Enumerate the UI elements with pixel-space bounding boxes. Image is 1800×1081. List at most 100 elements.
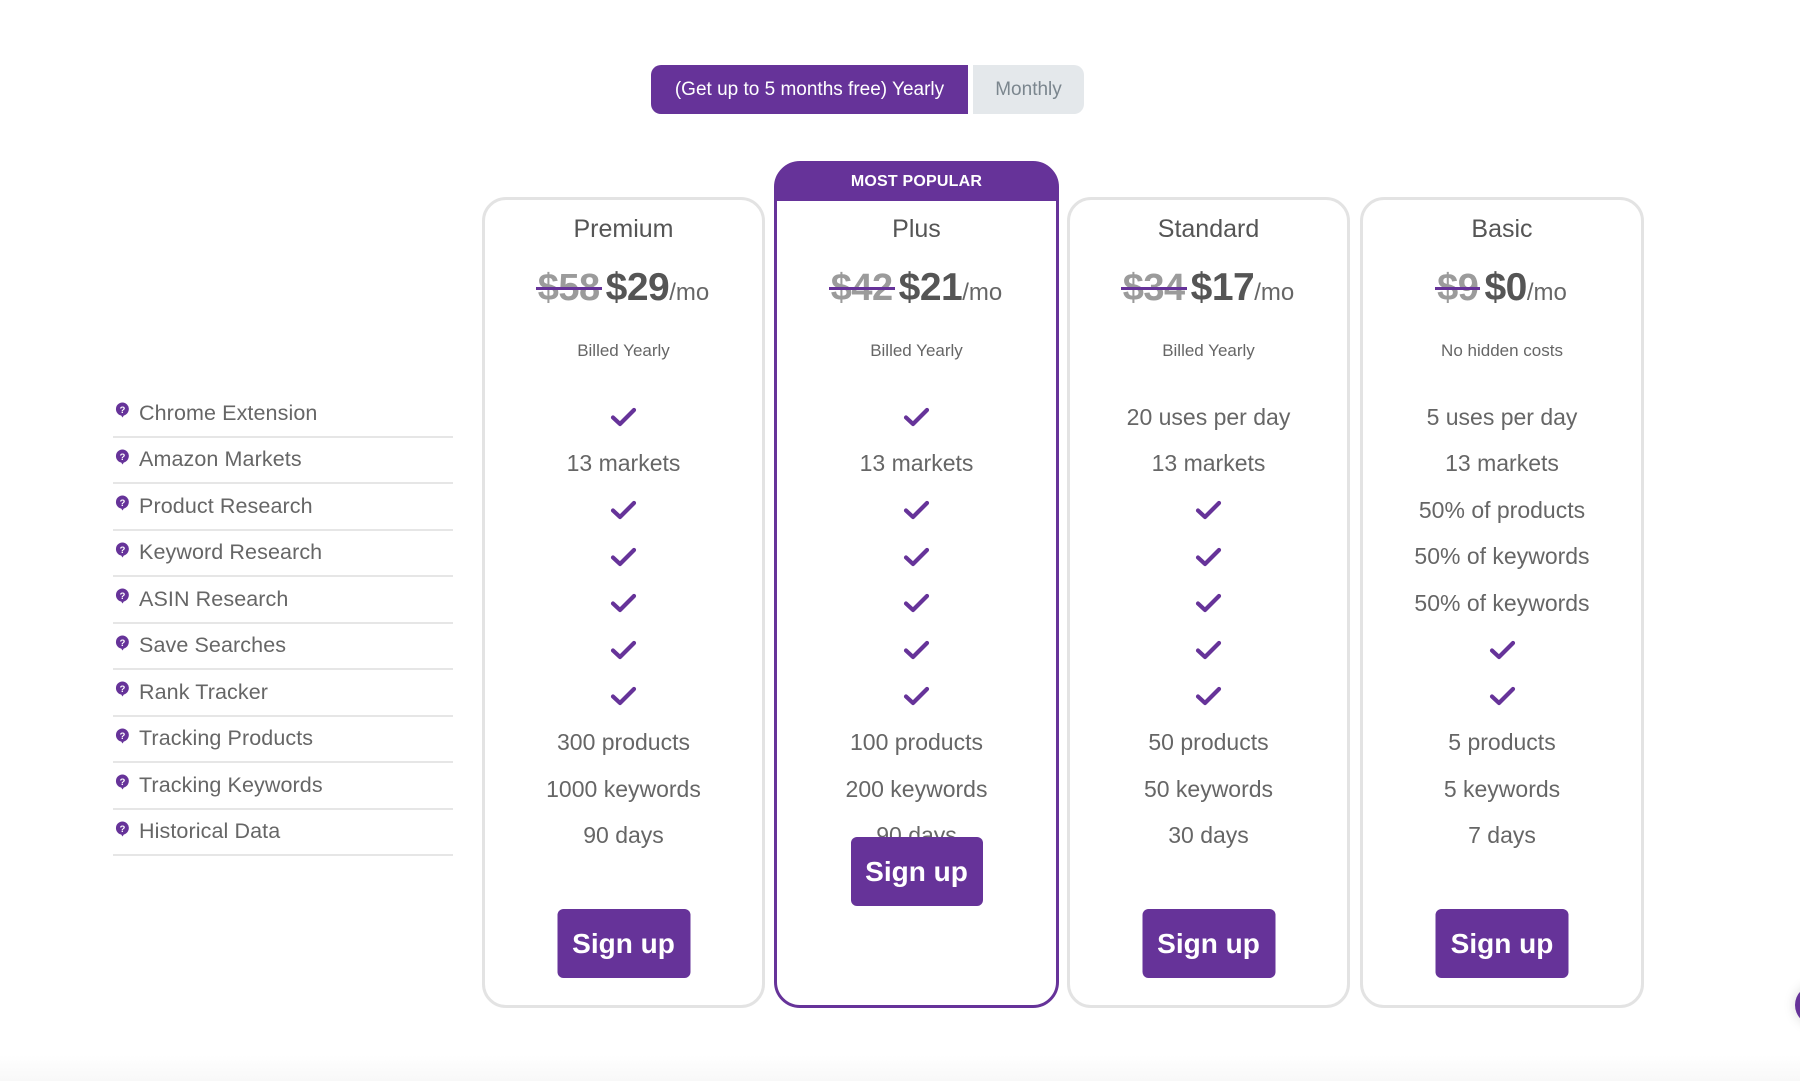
strikethrough-line [1435,286,1481,290]
question-bubble-icon[interactable]: ? [115,588,130,604]
feature-value: 50% of products [1418,496,1586,523]
feature-value: 100 products [850,729,983,756]
feature-value [485,673,762,720]
checkmark-icon [610,500,637,520]
sign-up-button[interactable]: Sign up [1435,909,1569,978]
feature-label: Save Searches [139,633,287,658]
question-bubble-icon[interactable]: ? [115,681,130,697]
feature-label: Keyword Research [139,540,323,565]
checkmark-icon [1195,640,1222,660]
checkmark-icon [610,640,637,660]
feature-value: 90 days [583,822,664,849]
discounted-price: $0 [1484,266,1527,309]
svg-text:?: ? [120,684,126,694]
svg-text:?: ? [120,405,126,415]
feature-value: 7 days [1468,822,1536,849]
original-price: $42 [828,267,895,309]
feature-value [1070,673,1347,720]
feature-value: 13 markets [859,450,974,477]
question-bubble-icon[interactable]: ? [115,635,130,651]
svg-text:?: ? [120,545,126,555]
feature-label: Rank Tracker [139,679,269,704]
feature-value [1070,580,1347,627]
discounted-price: $17 [1190,266,1255,309]
plan-card-basic: Basic $9 $0/mo No hidden costs 5 uses per da… [1360,197,1644,1008]
billing-note: Billed Yearly [870,341,963,360]
page-bottom-shadow [0,1055,1800,1081]
feature-row: ? Keyword Research [113,531,453,577]
plan-name: Plus [892,215,941,243]
billing-note: Billed Yearly [577,341,670,360]
plan-feature-values: 13 markets 300 products 1000 keywords 90 da… [485,394,762,859]
feature-value [485,394,762,441]
question-bubble-icon[interactable]: ? [115,542,130,558]
plan-card-premium: Premium $58 $29/mo Billed Yearly 13 markets 3… [482,197,765,1008]
feature-value [777,534,1056,581]
question-bubble-icon[interactable]: ? [115,449,130,465]
checkmark-icon [610,593,637,613]
question-bubble-icon[interactable]: ? [115,728,130,744]
feature-value: 50 keywords [1143,775,1274,802]
feature-value [777,394,1056,441]
checkmark-icon [1195,593,1222,613]
question-bubble-icon[interactable]: ? [115,402,130,418]
sign-up-button[interactable]: Sign up [1142,909,1275,978]
plan-name: Standard [1157,215,1260,243]
feature-value: 200 keywords [845,775,988,802]
yearly-toggle-button[interactable]: (Get up to 5 months free) Yearly [651,65,968,114]
svg-text:?: ? [120,824,126,834]
feature-value [485,534,762,581]
plan-feature-values: 20 uses per day 13 markets 50 products 50 k… [1070,394,1347,859]
chat-launcher-button[interactable] [1795,985,1800,1025]
svg-text:?: ? [120,777,126,787]
svg-text:?: ? [120,638,126,648]
feature-label: Tracking Keywords [139,772,323,797]
original-price: $34 [1120,267,1187,309]
feature-value: 50% of keywords [1414,589,1590,616]
feature-value: 5 uses per day [1426,403,1578,430]
question-bubble-icon[interactable]: ? [115,821,130,837]
feature-row: ? Tracking Products [113,717,453,763]
checkmark-icon [903,500,930,520]
feature-value: 30 days [1168,822,1249,849]
feature-label: Historical Data [139,819,281,844]
plan-card-standard: Standard $34 $17/mo Billed Yearly 20 uses pe… [1067,197,1350,1008]
checkmark-icon [903,407,930,427]
strikethrough-line [535,286,602,290]
original-price: $58 [535,267,602,309]
billing-note: No hidden costs [1441,341,1563,360]
checkmark-icon [610,686,637,706]
question-bubble-icon[interactable]: ? [115,495,130,511]
feature-value [777,673,1056,720]
feature-label: Tracking Products [139,726,314,751]
feature-value: 5 keywords [1443,775,1561,802]
original-price: $9 [1435,267,1481,309]
discounted-price: $21 [898,266,963,309]
feature-value: 1000 keywords [546,775,701,802]
most-popular-badge: MOST POPULAR [776,163,1057,201]
feature-value: 50% of keywords [1414,543,1590,570]
monthly-toggle-button[interactable]: Monthly [973,65,1084,114]
strikethrough-line [828,286,895,290]
billing-toggle: (Get up to 5 months free) Yearly Monthly [651,65,1084,114]
feature-value: 13 markets [566,450,681,477]
feature-value [485,580,762,627]
feature-value [485,487,762,534]
discounted-price: $29 [605,266,670,309]
svg-text:?: ? [120,731,126,741]
feature-row: ? Tracking Keywords [113,763,453,810]
checkmark-icon [1489,640,1516,660]
checkmark-icon [903,593,930,613]
question-bubble-icon[interactable]: ? [115,774,130,790]
plan-name: Premium [573,215,674,243]
svg-text:?: ? [120,452,126,462]
feature-value [777,487,1056,534]
feature-row: ? Rank Tracker [113,670,453,717]
feature-value: 50 products [1148,729,1269,756]
plan-price: $34 $17/mo [1070,266,1347,310]
price-period: /mo [669,279,710,306]
sign-up-button[interactable]: Sign up [850,837,983,906]
plan-name: Basic [1471,215,1533,243]
sign-up-button[interactable]: Sign up [557,909,690,978]
feature-value [777,580,1056,627]
